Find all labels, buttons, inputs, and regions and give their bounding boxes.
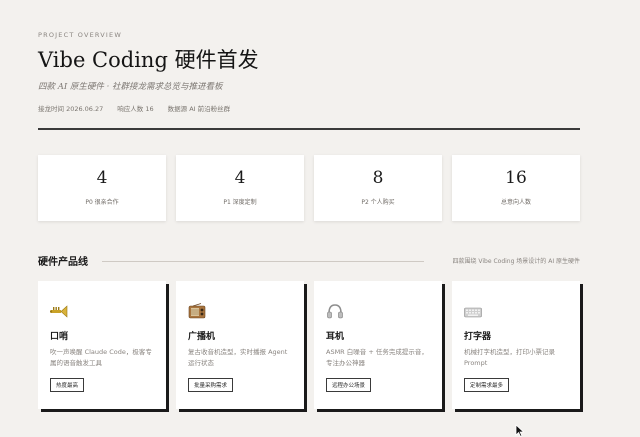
stat-card-total: 16 总意向人数	[452, 155, 580, 221]
product-name: 口哨	[50, 332, 69, 342]
section-divider	[102, 261, 424, 262]
stat-card-p0: 4 P0 很亲合作	[38, 155, 166, 221]
product-description: ASMR 白噪音 + 任务完成提示音，专注办公神器	[326, 348, 428, 367]
stat-value: 8	[372, 168, 384, 188]
section-header: 硬件产品线 四款围绕 Vibe Coding 场景设计的 AI 原生硬件	[38, 253, 581, 268]
header-divider	[38, 128, 580, 130]
product-description: 机械打字机造型，打印小票记录 Prompt	[464, 348, 555, 367]
product-name: 广播机	[188, 332, 216, 342]
page-title: Vibe Coding 硬件首发	[38, 48, 259, 72]
stat-label: P0 很亲合作	[85, 199, 119, 206]
stat-value: 16	[505, 168, 527, 188]
product-description: 吹一声唤醒 Claude Code，极客专属的语音触发工具	[50, 348, 152, 367]
product-tag[interactable]: 远程办公场景	[326, 378, 372, 392]
stats-row: 4 P0 很亲合作 4 P1 深度定制 8 P2 个人购买 16 总意向人数	[38, 155, 580, 221]
product-description: 复古收音机造型，实时播报 Agent 运行状态	[188, 348, 288, 367]
radio-icon	[188, 303, 206, 319]
trumpet-icon	[50, 305, 68, 318]
stat-label: P1 深度定制	[223, 199, 257, 206]
stat-value: 4	[96, 168, 108, 188]
headphones-icon	[327, 304, 343, 319]
product-card-radio[interactable]: 广播机 复古收音机造型，实时播报 Agent 运行状态 批量采购需求	[176, 281, 304, 409]
product-cards: 口哨 吹一声唤醒 Claude Code，极客专属的语音触发工具 热度最高 广播…	[38, 281, 580, 409]
product-card-whistle[interactable]: 口哨 吹一声唤醒 Claude Code，极客专属的语音触发工具 热度最高	[38, 281, 166, 409]
page-subtitle: 四款 AI 原生硬件 · 社群接龙需求总览与推进看板	[38, 82, 223, 92]
product-name: 耳机	[326, 332, 345, 342]
stat-card-p2: 8 P2 个人购买	[314, 155, 442, 221]
meta-respondents: 响应人数 16	[117, 105, 154, 113]
product-card-headphones[interactable]: 耳机 ASMR 白噪音 + 任务完成提示音，专注办公神器 远程办公场景	[314, 281, 442, 409]
section-note: 四款围绕 Vibe Coding 场景设计的 AI 原生硬件	[452, 258, 581, 265]
meta-row: 接龙时间 2026.06.27 响应人数 16 数据源 AI 前沿粉丝群	[38, 103, 230, 113]
stat-value: 4	[234, 168, 246, 188]
section-title: 硬件产品线	[38, 257, 88, 268]
product-card-typewriter[interactable]: 打字器 机械打字机造型，打印小票记录 Prompt 定制需求最多	[452, 281, 580, 409]
keyboard-icon	[464, 307, 482, 318]
meta-source: 数据源 AI 前沿粉丝群	[167, 105, 231, 113]
stat-label: P2 个人购买	[361, 199, 395, 206]
mouse-cursor-icon	[515, 424, 525, 437]
meta-date: 接龙时间 2026.06.27	[38, 105, 104, 113]
eyebrow-label: PROJECT OVERVIEW	[38, 31, 122, 39]
product-name: 打字器	[464, 332, 492, 342]
product-tag[interactable]: 热度最高	[50, 378, 85, 392]
stat-card-p1: 4 P1 深度定制	[176, 155, 304, 221]
product-tag[interactable]: 批量采购需求	[188, 378, 234, 392]
stat-label: 总意向人数	[500, 199, 531, 206]
product-tag[interactable]: 定制需求最多	[464, 378, 510, 392]
